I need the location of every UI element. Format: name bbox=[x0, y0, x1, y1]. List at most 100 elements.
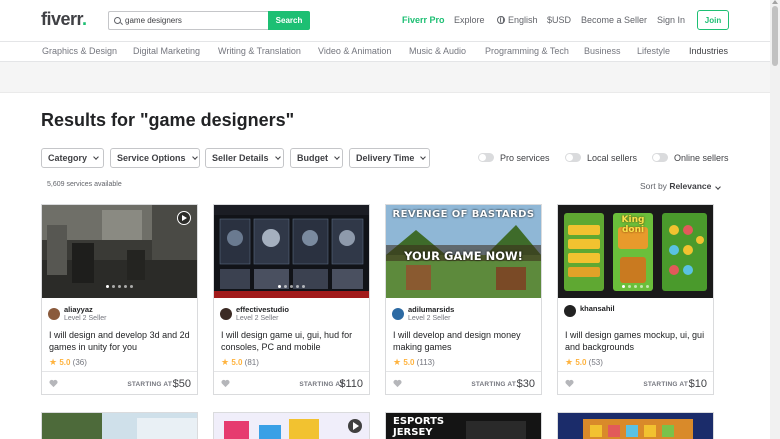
gig-thumbnail[interactable]: King doni bbox=[558, 205, 713, 298]
currency-selector[interactable]: $USD bbox=[547, 15, 571, 25]
gig-card[interactable]: King doni khansahil I will design games … bbox=[557, 204, 714, 395]
gig-thumbnail[interactable] bbox=[214, 205, 369, 298]
filter-seller-details[interactable]: Seller Details bbox=[205, 148, 284, 168]
gig-title[interactable]: I will design and develop 3d and 2d game… bbox=[49, 329, 194, 353]
gig-footer: STARTING AT $110 bbox=[214, 371, 369, 395]
starting-at-label: STARTING AT bbox=[471, 381, 516, 388]
sign-in-link[interactable]: Sign In bbox=[657, 15, 685, 25]
category-lifestyle[interactable]: Lifestyle bbox=[637, 46, 670, 56]
globe-icon bbox=[497, 16, 505, 24]
results-count: 5,609 services available bbox=[47, 181, 122, 188]
category-writing-translation[interactable]: Writing & Translation bbox=[218, 46, 301, 56]
gig-thumbnail[interactable] bbox=[214, 413, 370, 439]
play-video-icon[interactable] bbox=[177, 211, 191, 225]
gig-card[interactable]: ESPORTS JERSEY bbox=[385, 412, 542, 439]
star-icon: ★ bbox=[565, 357, 574, 367]
chevron-down-icon bbox=[715, 184, 722, 190]
fiverr-logo[interactable]: fiverr. bbox=[41, 9, 87, 30]
category-graphics-design[interactable]: Graphics & Design bbox=[42, 46, 117, 56]
gig-footer: STARTING AT $30 bbox=[386, 371, 541, 395]
search-bar: Search bbox=[108, 11, 310, 30]
star-icon: ★ bbox=[49, 357, 58, 367]
filter-delivery-time[interactable]: Delivery Time bbox=[349, 148, 430, 168]
gig-rating: ★ 5.0 (36) bbox=[49, 357, 87, 367]
gig-thumbnail[interactable] bbox=[558, 413, 714, 439]
gig-rating: ★ 5.0 (53) bbox=[565, 357, 603, 367]
gig-title[interactable]: I will develop and design money making g… bbox=[393, 329, 538, 353]
gig-title[interactable]: I will design games mockup, ui, gui and … bbox=[565, 329, 710, 353]
seller-info[interactable]: effectivestudio Level 2 Seller bbox=[220, 305, 289, 323]
thumbnail-badge: King doni bbox=[621, 215, 645, 235]
filter-service-options[interactable]: Service Options bbox=[110, 148, 200, 168]
seller-info[interactable]: aliayyaz Level 2 Seller bbox=[48, 305, 106, 323]
heart-icon[interactable] bbox=[221, 379, 230, 388]
avatar[interactable] bbox=[48, 308, 60, 320]
starting-at-label: STARTING AT bbox=[299, 381, 344, 388]
gig-card[interactable] bbox=[557, 412, 714, 439]
explore-link[interactable]: Explore bbox=[454, 15, 485, 25]
fiverr-pro-link[interactable]: Fiverr Pro bbox=[402, 15, 445, 25]
filter-category[interactable]: Category bbox=[41, 148, 104, 168]
gig-price[interactable]: $110 bbox=[339, 378, 363, 390]
heart-icon[interactable] bbox=[49, 379, 58, 388]
star-icon: ★ bbox=[221, 357, 230, 367]
seller-name[interactable]: khansahil bbox=[580, 304, 615, 313]
search-button[interactable]: Search bbox=[268, 11, 310, 30]
gig-title[interactable]: I will design game ui, gui, hud for cons… bbox=[221, 329, 366, 353]
pro-services-label: Pro services bbox=[500, 153, 550, 163]
seller-level: Level 2 Seller bbox=[408, 315, 451, 322]
gig-card[interactable]: effectivestudio Level 2 Seller I will de… bbox=[213, 204, 370, 395]
gig-price[interactable]: $10 bbox=[689, 378, 707, 390]
online-sellers-toggle[interactable] bbox=[652, 153, 668, 162]
avatar[interactable] bbox=[392, 308, 404, 320]
online-sellers-label: Online sellers bbox=[674, 153, 729, 163]
scroll-up-arrow-icon[interactable] bbox=[772, 0, 778, 4]
language-selector[interactable]: English bbox=[497, 15, 538, 25]
star-icon: ★ bbox=[393, 357, 402, 367]
seller-info[interactable]: khansahil bbox=[564, 304, 615, 317]
gig-rating: ★ 5.0 (113) bbox=[393, 357, 435, 367]
gig-card[interactable]: REVENGE OF BASTARDS YOUR GAME NOW! adilu… bbox=[385, 204, 542, 395]
scroll-thumb[interactable] bbox=[772, 6, 778, 66]
category-digital-marketing[interactable]: Digital Marketing bbox=[133, 46, 200, 56]
category-business[interactable]: Business bbox=[584, 46, 621, 56]
category-video-animation[interactable]: Video & Animation bbox=[318, 46, 391, 56]
sort-dropdown[interactable]: Sort by Relevance bbox=[640, 181, 722, 191]
chevron-down-icon bbox=[93, 153, 99, 160]
join-button[interactable]: Join bbox=[697, 10, 729, 30]
local-sellers-toggle[interactable] bbox=[565, 153, 581, 162]
gig-card[interactable] bbox=[213, 412, 370, 439]
become-seller-link[interactable]: Become a Seller bbox=[581, 15, 647, 25]
search-icon bbox=[114, 17, 121, 24]
category-programming-tech[interactable]: Programming & Tech bbox=[485, 46, 569, 56]
search-input[interactable] bbox=[125, 16, 265, 25]
gig-thumbnail[interactable] bbox=[42, 413, 198, 439]
seller-name[interactable]: adilumarsids bbox=[408, 305, 454, 314]
gig-price[interactable]: $30 bbox=[517, 378, 535, 390]
thumbnail-headline: ESPORTS JERSEY bbox=[393, 416, 445, 438]
gig-thumbnail[interactable] bbox=[42, 205, 197, 298]
search-field[interactable] bbox=[108, 11, 268, 30]
heart-icon[interactable] bbox=[393, 379, 402, 388]
carousel-dots[interactable] bbox=[42, 275, 197, 293]
seller-name[interactable]: effectivestudio bbox=[236, 305, 289, 314]
gig-card[interactable] bbox=[41, 412, 198, 439]
pro-services-toggle[interactable] bbox=[478, 153, 494, 162]
heart-icon[interactable] bbox=[565, 379, 574, 388]
gig-thumbnail[interactable]: REVENGE OF BASTARDS YOUR GAME NOW! bbox=[386, 205, 541, 298]
seller-name[interactable]: aliayyaz bbox=[64, 305, 106, 314]
gig-rating: ★ 5.0 (81) bbox=[221, 357, 259, 367]
gig-card[interactable]: aliayyaz Level 2 Seller I will design an… bbox=[41, 204, 198, 395]
carousel-dots[interactable] bbox=[214, 275, 369, 293]
carousel-dots[interactable] bbox=[558, 275, 713, 293]
seller-info[interactable]: adilumarsids Level 2 Seller bbox=[392, 305, 454, 323]
avatar[interactable] bbox=[564, 305, 576, 317]
banner-strip bbox=[0, 62, 770, 93]
avatar[interactable] bbox=[220, 308, 232, 320]
category-music-audio[interactable]: Music & Audio bbox=[409, 46, 466, 56]
thumbnail-headline: REVENGE OF BASTARDS bbox=[392, 209, 535, 220]
gig-price[interactable]: $50 bbox=[173, 378, 191, 390]
category-industries[interactable]: Industries bbox=[689, 46, 728, 56]
filter-budget[interactable]: Budget bbox=[290, 148, 343, 168]
seller-level: Level 2 Seller bbox=[236, 315, 279, 322]
